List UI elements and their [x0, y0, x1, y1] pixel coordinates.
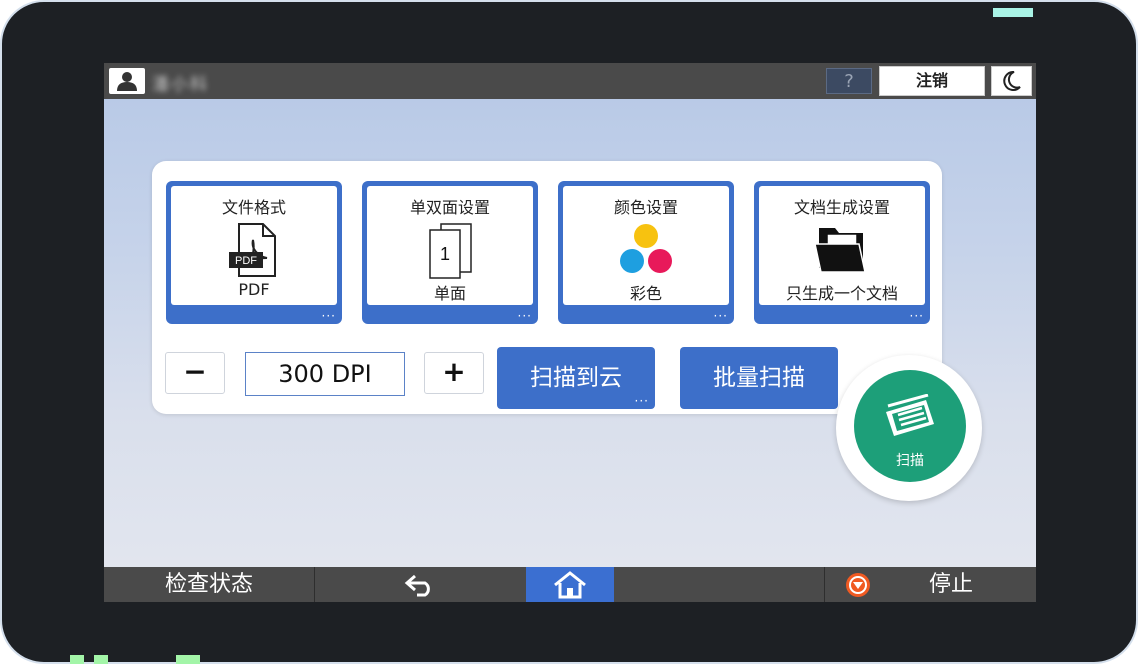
stop-icon — [846, 573, 870, 597]
increase-resolution-button[interactable]: + — [424, 352, 484, 394]
scan-settings-panel: 文件格式 PDF PDF ··· 单双面设置 1 单面 ··· 颜色设置 彩色 … — [152, 161, 942, 414]
resolution-field[interactable]: 300 DPI — [245, 352, 405, 396]
tile-body: 单双面设置 1 单面 — [367, 186, 533, 305]
duplex-settings-tile[interactable]: 单双面设置 1 单面 ··· — [362, 181, 538, 324]
moon-icon — [1002, 71, 1021, 91]
scan-start-label: 扫描 — [896, 453, 924, 469]
stop-label: 停止 — [929, 572, 974, 597]
logout-button[interactable]: 注销 — [879, 66, 985, 96]
tile-value: 只生成一个文档 — [785, 284, 898, 303]
check-status-button[interactable]: 检查状态 — [104, 567, 314, 602]
scan-to-cloud-label: 扫描到云 — [530, 365, 622, 391]
tile-body: 文档生成设置 只生成一个文档 — [759, 186, 925, 305]
page-number-text: 1 — [440, 244, 450, 264]
folder-icon — [813, 222, 871, 280]
indicator-light — [94, 655, 108, 664]
tile-value: PDF — [238, 280, 270, 299]
indicator-light — [70, 655, 84, 664]
file-format-tile[interactable]: 文件格式 PDF PDF ··· — [166, 181, 342, 324]
scan-start-ring: 扫描 — [836, 355, 982, 501]
more-options-icon: ··· — [517, 309, 532, 323]
decrease-resolution-button[interactable]: − — [165, 352, 225, 394]
tile-title: 文件格式 — [221, 198, 286, 217]
home-button[interactable] — [526, 567, 614, 602]
top-bar: 潘小科 ? 注销 — [104, 63, 1036, 99]
more-options-icon: ··· — [321, 309, 336, 323]
indicator-light — [993, 8, 1033, 17]
touch-screen: 潘小科 ? 注销 文件格式 PDF PDF ··· 单双面设置 1 单面 ···… — [104, 63, 1036, 602]
more-options-icon: ··· — [713, 309, 728, 323]
pdf-file-icon: PDF — [227, 222, 281, 282]
device-bezel: 潘小科 ? 注销 文件格式 PDF PDF ··· 单双面设置 1 单面 ···… — [0, 0, 1138, 664]
bottom-bar: 检查状态 停止 — [104, 567, 1036, 602]
color-settings-tile[interactable]: 颜色设置 彩色 ··· — [558, 181, 734, 324]
back-arrow-icon — [404, 574, 430, 597]
tile-value: 彩色 — [629, 284, 662, 303]
batch-scan-button[interactable]: 批量扫描 — [680, 347, 838, 409]
user-name: 潘小科 — [152, 75, 209, 95]
scan-to-cloud-button[interactable]: 扫描到云 ··· — [497, 347, 655, 409]
back-button[interactable] — [315, 567, 526, 602]
stop-button[interactable]: 停止 — [825, 567, 1036, 602]
single-sided-page-icon: 1 — [426, 222, 474, 284]
scanner-icon — [886, 394, 934, 436]
tile-title: 文档生成设置 — [793, 198, 890, 217]
pdf-badge-text: PDF — [235, 255, 257, 267]
energy-saver-button[interactable] — [991, 66, 1032, 96]
tile-title: 单双面设置 — [409, 198, 490, 217]
more-options-icon: ··· — [909, 309, 924, 323]
tile-body: 颜色设置 彩色 — [563, 186, 729, 305]
document-generation-tile[interactable]: 文档生成设置 只生成一个文档 ··· — [754, 181, 930, 324]
home-icon — [554, 571, 586, 599]
tile-body: 文件格式 PDF PDF — [171, 186, 337, 305]
scan-start-button[interactable]: 扫描 — [854, 370, 966, 482]
tile-value: 单面 — [433, 284, 466, 303]
help-button[interactable]: ? — [826, 68, 872, 94]
tile-title: 颜色设置 — [613, 198, 678, 217]
color-circles-icon — [617, 222, 675, 280]
indicator-light — [176, 655, 200, 664]
more-options-icon: ··· — [634, 394, 649, 408]
user-icon[interactable] — [109, 68, 145, 94]
